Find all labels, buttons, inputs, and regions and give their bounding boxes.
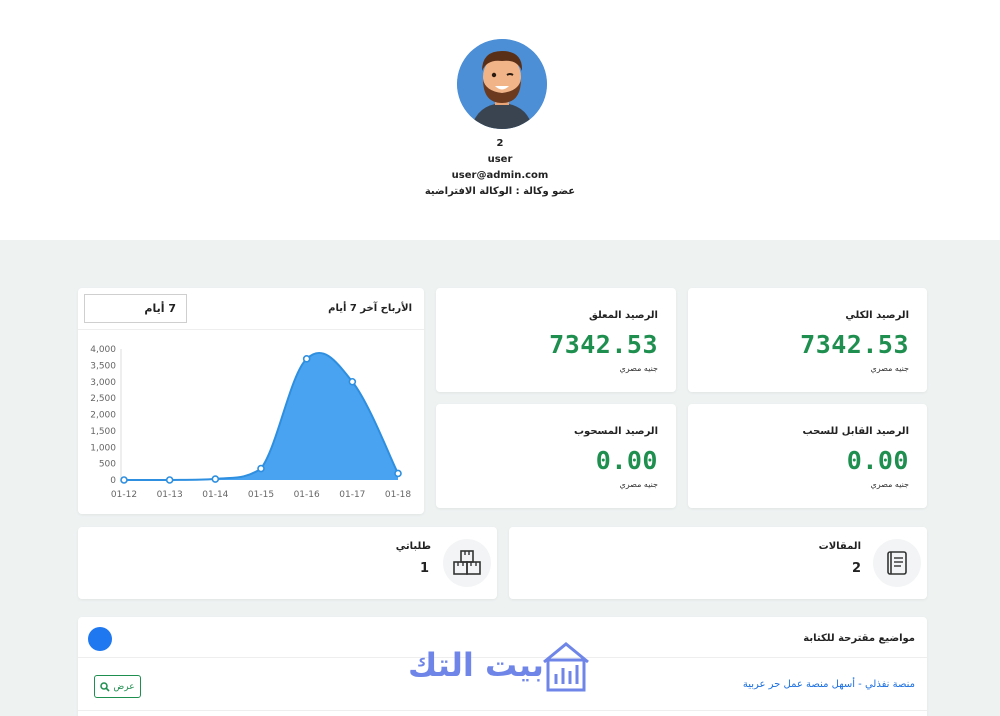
pending-balance-label: الرصيد المعلق [588,310,658,321]
profile-agency: عضو وكالة : الوكالة الافتراضية [424,186,576,197]
topics-divider-bottom [78,710,927,711]
profile-id: 2 [496,138,504,149]
y-tick-label: 2,500 [90,394,116,404]
withdrawable-balance-card: الرصيد القابل للسحب 0.00 جنيه مصري [688,404,927,508]
data-point [120,476,128,484]
earnings-chart: 4,000 3,500 3,000 2,500 2,000 1,500 1,000 500 0 0… [90,345,411,500]
topics-indicator [88,627,112,651]
withdrawn-balance-value: 0.00 [595,446,658,475]
site-watermark: بيت التك [408,640,593,694]
withdrawn-balance-label: الرصيد المسحوب [574,426,658,437]
profile-email: user@admin.com [451,170,549,181]
x-tick-label: 01-15 [248,490,274,500]
y-tick-label: 1,500 [90,427,116,437]
y-tick-label: 2,000 [90,411,116,421]
profile-username: user [487,154,513,165]
watermark-logo-icon [543,642,589,692]
withdrawn-balance-unit: جنيه مصري [619,480,658,489]
articles-count: 2 [851,561,861,576]
x-tick-label: 01-12 [111,490,137,500]
data-point [211,475,220,483]
boxes-icon [443,539,491,587]
topic-link[interactable]: منصة نفذلي - أسهل منصة عمل حر عربية [743,679,915,690]
data-point [348,377,357,386]
y-tick-label: 1,000 [90,443,116,453]
x-tick-label: 01-18 [385,490,411,500]
total-balance-card: الرصيد الكلي 7342.53 جنيه مصري [688,288,927,392]
articles-label: المقالات [818,541,861,552]
view-button-label: عرض [113,681,135,692]
x-tick-label: 01-14 [202,490,228,500]
articles-card[interactable]: المقالات 2 [509,527,927,599]
y-tick-label: 3,000 [90,378,116,388]
data-point [302,355,311,363]
series-area [124,352,398,480]
y-tick-label: 4,000 [90,345,116,355]
pending-balance-unit: جنيه مصري [619,364,658,373]
withdrawable-balance-value: 0.00 [846,446,909,475]
orders-card[interactable]: طلباتي 1 [78,527,497,599]
y-tick-label: 500 [99,460,116,470]
orders-label: طلباتي [395,541,431,552]
total-balance-label: الرصيد الكلي [845,310,909,321]
x-tick-label: 01-13 [157,490,183,500]
watermark-text: بيت التك [408,646,544,684]
earnings-chart-card: الأرباح آخر 7 أيام 7 أيام 4,000 3,500 3,00… [78,288,424,514]
y-tick-label: 3,500 [90,361,116,371]
profile-header: 2 user user@admin.com عضو وكالة : الوكال… [0,0,1000,240]
y-tick-label: 0 [110,476,116,486]
withdrawable-balance-label: الرصيد القابل للسحب [802,426,909,437]
data-point [165,476,174,484]
total-balance-unit: جنيه مصري [870,364,909,373]
topics-title: مواضيع مقترحة للكتابة [803,633,915,644]
orders-count: 1 [419,561,429,576]
x-tick-label: 01-16 [294,490,320,500]
data-point [394,469,402,478]
pending-balance-value: 7342.53 [549,330,658,359]
user-avatar[interactable] [457,39,547,129]
withdrawable-balance-unit: جنيه مصري [870,480,909,489]
x-tick-label: 01-17 [339,490,365,500]
withdrawn-balance-card: الرصيد المسحوب 0.00 جنيه مصري [436,404,676,508]
total-balance-value: 7342.53 [800,330,909,359]
search-icon [100,681,110,692]
avatar-illustration [457,39,547,129]
data-point [257,464,265,473]
pending-balance-card: الرصيد المعلق 7342.53 جنيه مصري [436,288,676,392]
book-icon [873,539,921,587]
view-button[interactable]: عرض [94,675,141,698]
